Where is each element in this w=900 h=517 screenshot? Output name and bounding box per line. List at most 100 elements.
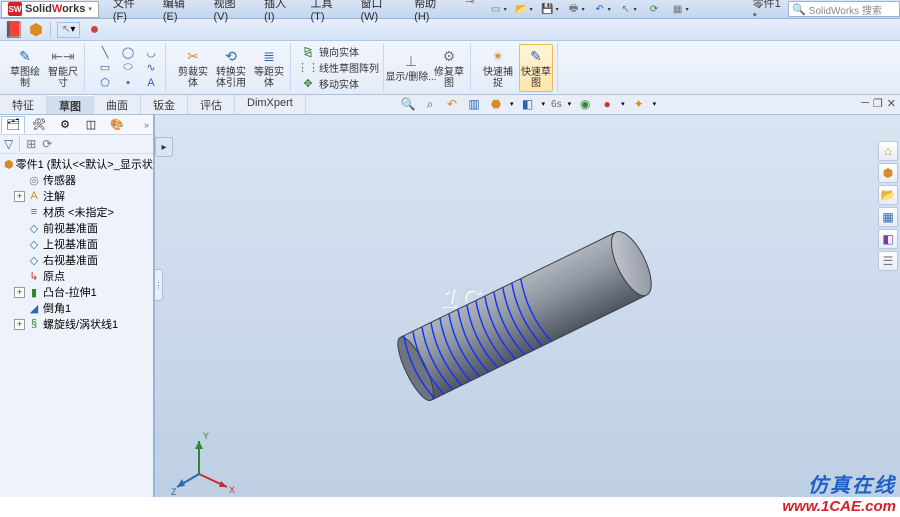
tree-sensor[interactable]: ◎ 传感器 bbox=[0, 172, 153, 188]
feature-tree-tab[interactable]: 🗂 bbox=[1, 116, 25, 134]
node-label: 传感器 bbox=[43, 172, 76, 188]
tab-dimxpert[interactable]: DimXpert bbox=[235, 95, 306, 114]
research-icon[interactable]: 📕 bbox=[6, 22, 22, 38]
property-manager-tab[interactable]: 🛠 bbox=[27, 116, 51, 134]
restore-button[interactable]: ❐ bbox=[873, 97, 883, 110]
menu-pin-icon[interactable]: ⊸ bbox=[459, 0, 480, 25]
view-palette-tab-icon[interactable]: ▦ bbox=[878, 207, 898, 227]
point-tool[interactable]: • bbox=[118, 76, 138, 90]
appearances-tab-icon[interactable]: ◧ bbox=[878, 229, 898, 249]
tree-root[interactable]: ⬢ 零件1 (默认<<默认>_显示状态 1>) bbox=[0, 156, 153, 172]
appearances-icon[interactable]: ● bbox=[86, 22, 102, 38]
node-label: 右视基准面 bbox=[43, 252, 98, 268]
move-entities-button[interactable]: ✥移动实体 bbox=[301, 76, 379, 91]
expand-icon[interactable]: + bbox=[14, 191, 25, 202]
qat-print-button[interactable]: 🖶▾ bbox=[565, 1, 589, 17]
tree-origin[interactable]: ↳ 原点 bbox=[0, 268, 153, 284]
expand-icon[interactable]: + bbox=[14, 319, 25, 330]
tab-feature[interactable]: 特征 bbox=[0, 95, 47, 114]
polygon-tool[interactable]: ⬠ bbox=[95, 76, 115, 90]
chevron-down-icon[interactable]: ▾ bbox=[88, 5, 92, 13]
expand-icon[interactable]: + bbox=[14, 287, 25, 298]
search-input[interactable]: 🔍 SolidWorks 搜索 bbox=[788, 1, 900, 17]
app-logo[interactable]: SW SolidWorks ▾ bbox=[1, 1, 99, 18]
selection-filter[interactable]: ↖▾ bbox=[57, 22, 80, 38]
rect-tool[interactable]: ▭ bbox=[95, 61, 115, 75]
display-delete-button[interactable]: ⊥ 显示/删除... bbox=[394, 44, 428, 92]
btn-label: 显示/删除... bbox=[385, 72, 436, 83]
zoom-area-icon[interactable]: ⌕ bbox=[422, 96, 438, 112]
menu-tools[interactable]: 工具(T) bbox=[305, 0, 353, 25]
previous-view-icon[interactable]: ↶ bbox=[444, 96, 460, 112]
design-library-tab-icon[interactable]: ⬢ bbox=[878, 163, 898, 183]
flyout-tree-toggle[interactable]: ▸ bbox=[155, 137, 173, 157]
design-library-icon[interactable]: ⬢ bbox=[28, 22, 44, 38]
menu-view[interactable]: 视图(V) bbox=[208, 0, 257, 25]
line-tool[interactable]: ╲ bbox=[95, 46, 115, 60]
menu-window[interactable]: 窗口(W) bbox=[355, 0, 407, 25]
menu-file[interactable]: 文件(F) bbox=[107, 0, 155, 25]
tree-helix[interactable]: +§ 螺旋线/涡状线1 bbox=[0, 316, 153, 332]
chevron-right-icon[interactable]: » bbox=[140, 120, 153, 130]
filter-hidden-icon[interactable]: ⟳ bbox=[42, 137, 52, 151]
view-orientation-icon[interactable]: ⬣ bbox=[488, 96, 504, 112]
appearance-icon[interactable]: ● bbox=[599, 96, 615, 112]
tree-plane-top[interactable]: ◇ 上视基准面 bbox=[0, 236, 153, 252]
arc-tool[interactable]: ◡ bbox=[141, 46, 161, 60]
close-button[interactable]: ✕ bbox=[887, 97, 896, 110]
text-tool[interactable]: A bbox=[141, 76, 161, 90]
trim-button[interactable]: ✂ 剪裁实 体 bbox=[176, 44, 210, 92]
convert-entities-button[interactable]: ⟲ 转换实 体引用 bbox=[214, 44, 248, 92]
menu-insert[interactable]: 插入(I) bbox=[258, 0, 302, 25]
tab-sheetmetal[interactable]: 钣金 bbox=[141, 95, 188, 114]
repair-sketch-button[interactable]: ⚙ 修复草 图 bbox=[432, 44, 466, 92]
scene-icon[interactable]: ✦ bbox=[631, 96, 647, 112]
tree-material[interactable]: ≡ 材质 <未指定> bbox=[0, 204, 153, 220]
tree-fillet[interactable]: ◢ 倒角1 bbox=[0, 300, 153, 316]
panel-drag-handle[interactable]: ⋮ bbox=[155, 269, 163, 301]
circle-tool[interactable]: ◯ bbox=[118, 46, 138, 60]
menu-help[interactable]: 帮助(H) bbox=[408, 0, 457, 25]
tree-annotation[interactable]: +A 注解 bbox=[0, 188, 153, 204]
hide-show-icon[interactable]: ◉ bbox=[577, 96, 593, 112]
rapid-sketch-button[interactable]: ✎ 快速草 图 bbox=[519, 44, 553, 92]
slot-tool[interactable]: ⬭ bbox=[118, 61, 138, 75]
tab-surface[interactable]: 曲面 bbox=[94, 95, 141, 114]
qat-open-button[interactable]: 📂▾ bbox=[513, 1, 537, 17]
tree-plane-front[interactable]: ◇ 前视基准面 bbox=[0, 220, 153, 236]
display-style-icon[interactable]: ◧ bbox=[520, 96, 536, 112]
dimxpert-manager-tab[interactable]: ◫ bbox=[79, 116, 103, 134]
custom-props-tab-icon[interactable]: ☰ bbox=[878, 251, 898, 271]
smart-dimension-button[interactable]: ⇤⇥ 智能尺 寸 bbox=[46, 44, 80, 92]
offset-entities-button[interactable]: ≣ 等距实 体 bbox=[252, 44, 286, 92]
quick-snaps-button[interactable]: ✴ 快速捕 捉 bbox=[481, 44, 515, 92]
qat-select-button[interactable]: ↖▾ bbox=[617, 1, 641, 17]
menu-edit[interactable]: 编辑(E) bbox=[157, 0, 206, 25]
sketch-button[interactable]: ✎ 草图绘 制 bbox=[8, 44, 42, 92]
tab-sketch[interactable]: 草图 bbox=[47, 95, 94, 114]
mirror-entities-button[interactable]: ⧎镜向实体 bbox=[301, 44, 379, 59]
file-explorer-tab-icon[interactable]: 📂 bbox=[878, 185, 898, 205]
linear-pattern-button[interactable]: ⋮⋮线性草图阵列 bbox=[301, 60, 379, 75]
qat-new-button[interactable]: ▭▾ bbox=[487, 1, 511, 17]
configuration-manager-tab[interactable]: ⚙ bbox=[53, 116, 77, 134]
qat-rebuild-button[interactable]: ⟳ bbox=[643, 1, 667, 17]
qat-save-button[interactable]: 💾▾ bbox=[539, 1, 563, 17]
resources-tab-icon[interactable]: ⌂ bbox=[878, 141, 898, 161]
qat-undo-button[interactable]: ↶▾ bbox=[591, 1, 615, 17]
spline-tool[interactable]: ∿ bbox=[141, 61, 161, 75]
zoom-fit-icon[interactable]: 🔍 bbox=[400, 96, 416, 112]
tab-evaluate[interactable]: 评估 bbox=[188, 95, 235, 114]
linear-pattern-icon: ⋮⋮ bbox=[301, 61, 315, 75]
filter-icon[interactable]: ▽ bbox=[4, 137, 13, 151]
tree-plane-right[interactable]: ◇ 右视基准面 bbox=[0, 252, 153, 268]
orientation-triad[interactable]: Y X Z bbox=[169, 429, 239, 497]
minimize-button[interactable]: ─ bbox=[861, 97, 869, 110]
sw-badge-icon: SW bbox=[8, 2, 22, 16]
qat-options-button[interactable]: ▦▾ bbox=[669, 1, 693, 17]
filter-graphics-icon[interactable]: ⊞ bbox=[26, 137, 36, 151]
section-view-icon[interactable]: ▥ bbox=[466, 96, 482, 112]
display-manager-tab[interactable]: 🎨 bbox=[105, 116, 129, 134]
tree-extrude[interactable]: +▮ 凸台-拉伸1 bbox=[0, 284, 153, 300]
graphics-viewport[interactable]: ▸ ⋮ 1CAE.COM bbox=[155, 115, 900, 497]
